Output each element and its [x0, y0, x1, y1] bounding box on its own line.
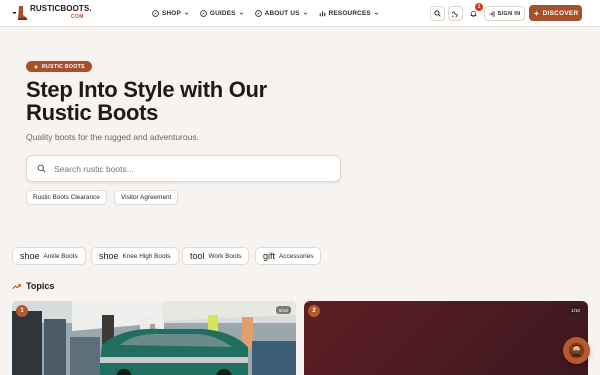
topics-heading-label: Topics [26, 281, 55, 291]
category-label: Ankle Boots [43, 252, 78, 260]
search-button[interactable] [430, 6, 445, 21]
bar-chart-icon [319, 11, 325, 17]
category-accessories[interactable]: gift Accessories [255, 247, 322, 265]
hero-search-box[interactable] [26, 155, 341, 182]
login-icon [489, 11, 494, 16]
trending-up-icon [12, 283, 21, 289]
nav-about-us[interactable]: ABOUT US [254, 10, 308, 17]
chevron-down-icon [184, 12, 189, 15]
notifications-button[interactable]: 1 [466, 3, 483, 21]
search-icon [37, 164, 46, 173]
site-logo[interactable]: RUSTICBOOTS. COM [13, 5, 92, 21]
search-icon [434, 10, 441, 17]
quick-link-clearance[interactable]: Rustic Boots Clearance [26, 190, 107, 205]
hero-subtitle: Quality boots for the rugged and adventu… [26, 132, 199, 142]
topic-number-badge: 1 [16, 305, 28, 317]
hero-badge: RUSTIC BOOTS [26, 61, 92, 72]
theme-toggle-button[interactable] [448, 6, 463, 21]
sparkles-icon [33, 64, 39, 69]
main-nav: SHOP GUIDES ABOUT US RESOURCES [152, 0, 390, 27]
hero-badge-label: RUSTIC BOOTS [42, 63, 85, 70]
nav-about-us-label: ABOUT US [264, 10, 300, 17]
sign-in-label: SIGN IN [497, 10, 521, 17]
shoe-icon: shoe [99, 251, 119, 261]
topic-card-1[interactable]: 1 8/10 [12, 301, 296, 375]
search-input[interactable] [54, 163, 314, 174]
topic-card-2[interactable]: 2 1/10 [304, 301, 588, 375]
avatar-icon [568, 342, 585, 359]
car-show-photo [12, 301, 296, 375]
category-ankle-boots[interactable]: shoe Ankle Boots [12, 247, 86, 265]
sparkles-icon [533, 10, 539, 16]
category-work-boots[interactable]: tool Work Boots [182, 247, 250, 265]
nav-guides[interactable]: GUIDES [200, 10, 244, 17]
chevron-down-icon [374, 12, 379, 15]
topics-heading: Topics [12, 281, 54, 291]
category-label: Accessories [279, 252, 314, 260]
sign-in-button[interactable]: SIGN IN [484, 6, 525, 21]
notification-count-badge: 1 [475, 3, 483, 11]
nav-resources[interactable]: RESOURCES [319, 10, 379, 17]
bell-icon [470, 10, 477, 17]
discover-button[interactable]: DISCOVER [529, 5, 582, 21]
moon-icon [452, 11, 458, 17]
site-header: RUSTICBOOTS. COM SHOP GUIDES ABOUT US RE… [0, 0, 600, 27]
chevron-down-icon [239, 12, 243, 15]
gift-icon: gift [263, 251, 276, 261]
nav-guides-label: GUIDES [209, 10, 236, 17]
chat-assistant-button[interactable] [563, 337, 590, 364]
discover-label: DISCOVER [542, 9, 579, 17]
tool-icon: tool [190, 251, 205, 261]
compass-icon [152, 10, 159, 17]
category-knee-high-boots[interactable]: shoe Knee High Boots [91, 247, 179, 265]
compass-icon [254, 10, 262, 17]
category-label: Work Boots [208, 252, 242, 260]
chevron-down-icon [303, 12, 307, 15]
boot-logo-icon [13, 6, 27, 20]
nav-shop-label: SHOP [162, 10, 181, 17]
category-label: Knee High Boots [122, 252, 171, 260]
topic-count-badge: 1/10 [568, 306, 583, 314]
brand-suffix: COM [71, 14, 84, 20]
topic-count-badge: 8/10 [276, 306, 291, 314]
quick-link-visitor-agreement[interactable]: Visitor Agreement [114, 190, 179, 205]
topic-number-badge: 2 [308, 305, 320, 317]
shoe-icon: shoe [20, 251, 40, 261]
brand-name: RUSTICBOOTS. [30, 4, 92, 13]
nav-shop[interactable]: SHOP [152, 10, 189, 17]
compass-icon [200, 10, 207, 17]
nav-resources-label: RESOURCES [328, 10, 371, 17]
hero-title: Step Into Style with Our Rustic Boots [26, 77, 267, 125]
